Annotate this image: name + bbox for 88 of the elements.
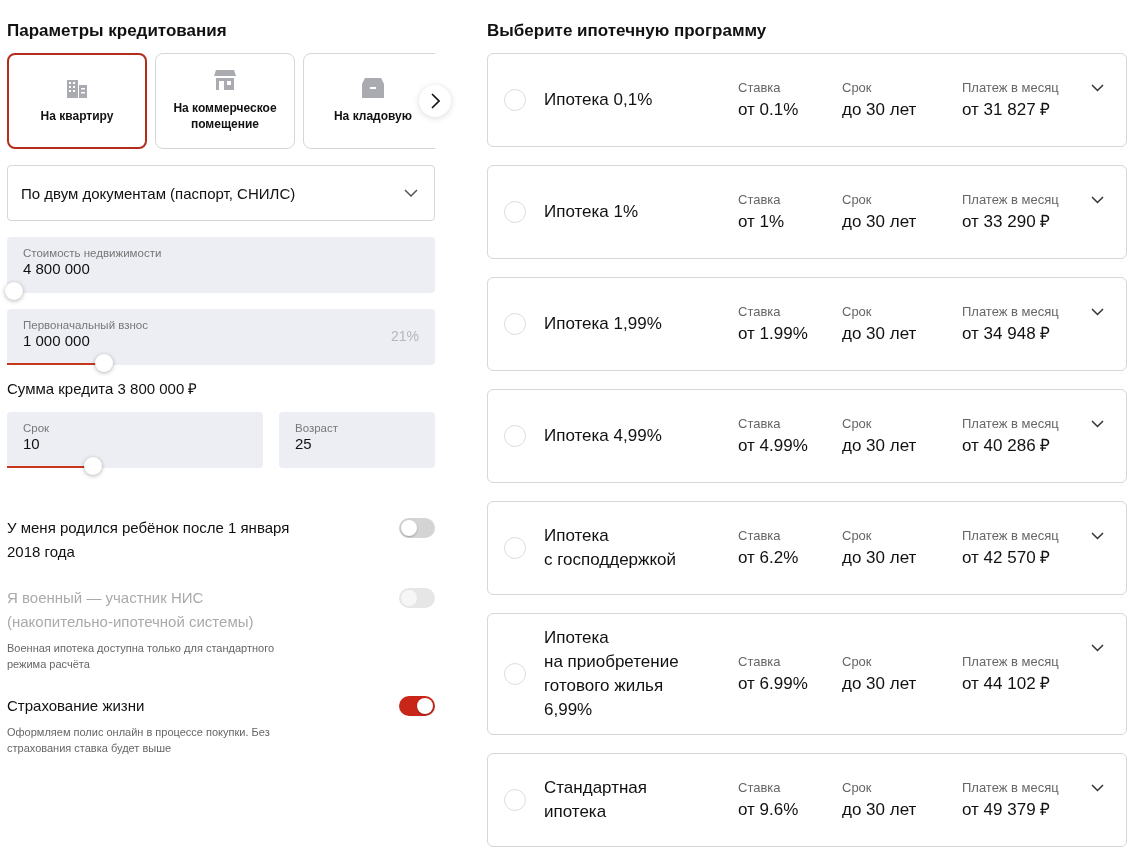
term-label: Срок — [842, 304, 873, 320]
option-label: У меня родился ребёнок после 1 января 2018 года — [7, 518, 291, 562]
box-icon — [362, 78, 384, 98]
term-value: до 30 лет — [842, 674, 918, 694]
chevron-down-icon[interactable] — [1091, 308, 1104, 316]
program-card[interactable]: Ипотека 4,99% Ставка от 4.99% Срок до 30 лет Платеж в месяц от 40 286 ₽ — [487, 389, 1127, 483]
program-name: Ипотека 1,99% — [544, 313, 663, 335]
payment-label: Платеж в месяц — [962, 528, 1060, 544]
term-value: до 30 лет — [842, 800, 918, 820]
toggle-switch[interactable] — [399, 696, 435, 716]
program-name: Ипотека на приобретение готового жилья 6,99% — [544, 627, 680, 721]
program-name: Ипотека 1% — [544, 201, 640, 223]
toggle-switch[interactable] — [399, 518, 435, 538]
program-name: Ипотека 4,99% — [544, 425, 663, 447]
rate-label: Ставка — [738, 780, 782, 796]
program-card[interactable]: Ипотека на приобретение готового жилья 6,99% Ставка от 6.99% Срок до 30 лет Платеж в месяц от 44 102 ₽ — [487, 613, 1127, 735]
shop-icon — [214, 70, 236, 90]
rate-label: Ставка — [738, 528, 782, 544]
rate-label: Ставка — [738, 80, 782, 96]
program-card[interactable]: Ипотека 1,99% Ставка от 1.99% Срок до 30 лет Платеж в месяц от 34 948 ₽ — [487, 277, 1127, 371]
rate-value: от 9.6% — [738, 800, 800, 820]
term-value: до 30 лет — [842, 548, 918, 568]
payment-value: от 44 102 ₽ — [962, 674, 1052, 694]
payment-label: Платеж в месяц — [962, 80, 1060, 96]
term-label: Срок — [842, 192, 873, 208]
section-title: Выберите ипотечную программу — [487, 20, 768, 42]
rate-label: Ставка — [738, 654, 782, 670]
payment-value: от 49 379 ₽ — [962, 800, 1052, 820]
property-type-card[interactable]: На кладовую — [303, 53, 435, 149]
payment-value: от 42 570 ₽ — [962, 548, 1052, 568]
property-cost-field[interactable]: Стоимость недвижимости 4 800 000 — [7, 237, 435, 293]
rate-value: от 1% — [738, 212, 786, 232]
term-label: Срок — [842, 416, 873, 432]
term-label: Срок — [842, 654, 873, 670]
section-title: Параметры кредитования — [7, 20, 228, 42]
program-card[interactable]: Ипотека с господдержкой Ставка от 6.2% Срок до 30 лет Платеж в месяц от 42 570 ₽ — [487, 501, 1127, 595]
slider-thumb[interactable] — [84, 457, 103, 475]
payment-label: Платеж в месяц — [962, 654, 1060, 670]
rate-label: Ставка — [738, 416, 782, 432]
term-value: до 30 лет — [842, 100, 918, 120]
property-type-card[interactable]: На квартиру — [7, 53, 147, 149]
payment-label: Платеж в месяц — [962, 780, 1060, 796]
chevron-down-icon[interactable] — [1091, 84, 1104, 92]
rate-value: от 1.99% — [738, 324, 809, 344]
payment-value: от 31 827 ₽ — [962, 100, 1052, 120]
option-note: Военная ипотека доступна только для стандартного режима расчёта — [7, 641, 276, 672]
rate-label: Ставка — [738, 192, 782, 208]
option-note: Оформляем полис онлайн в процессе покупки. Без страхования ставка будет выше — [7, 725, 271, 756]
program-name: Стандартная ипотека — [544, 777, 648, 823]
chevron-down-icon[interactable] — [1091, 532, 1104, 540]
option-label: Страхование жизни — [7, 696, 146, 716]
term-value: до 30 лет — [842, 436, 918, 456]
rate-value: от 4.99% — [738, 436, 809, 456]
chevron-down-icon[interactable] — [1091, 784, 1104, 792]
term-label: Срок — [842, 780, 873, 796]
program-name: Ипотека с господдержкой — [544, 525, 677, 571]
term-value: до 30 лет — [842, 324, 918, 344]
term-field[interactable]: Срок 10 — [7, 412, 263, 468]
program-name: Ипотека 0,1% — [544, 89, 654, 111]
loan-sum-text: Сумма кредита 3 800 000 ₽ — [7, 380, 199, 398]
payment-label: Платеж в месяц — [962, 192, 1060, 208]
term-value: до 30 лет — [842, 212, 918, 232]
document-mode-dropdown[interactable]: По двум документам (паспорт, СНИЛС) — [7, 165, 435, 221]
rate-value: от 0.1% — [738, 100, 800, 120]
chevron-down-icon[interactable] — [1091, 644, 1104, 652]
program-card[interactable]: Ипотека 0,1% Ставка от 0.1% Срок до 30 лет Платеж в месяц от 31 827 ₽ — [487, 53, 1127, 147]
rate-label: Ставка — [738, 304, 782, 320]
payment-label: Платеж в месяц — [962, 416, 1060, 432]
option-label: Я военный — участник НИС (накопительно-ипотечной системы) — [7, 588, 255, 632]
payment-value: от 34 948 ₽ — [962, 324, 1052, 344]
term-label: Срок — [842, 80, 873, 96]
chevron-down-icon[interactable] — [1091, 196, 1104, 204]
scroll-next-button[interactable] — [419, 85, 451, 117]
payment-label: Платеж в месяц — [962, 304, 1060, 320]
program-card[interactable]: Стандартная ипотека Ставка от 9.6% Срок до 30 лет Платеж в месяц от 49 379 ₽ — [487, 753, 1127, 847]
building-icon — [66, 78, 88, 98]
rate-value: от 6.99% — [738, 674, 809, 694]
payment-value: от 40 286 ₽ — [962, 436, 1052, 456]
chevron-down-icon[interactable] — [1091, 420, 1104, 428]
term-label: Срок — [842, 528, 873, 544]
property-type-card[interactable]: На коммерческое помещение — [155, 53, 295, 149]
slider-thumb[interactable] — [5, 282, 23, 300]
program-card[interactable]: Ипотека 1% Ставка от 1% Срок до 30 лет Платеж в месяц от 33 290 ₽ — [487, 165, 1127, 259]
rate-value: от 6.2% — [738, 548, 800, 568]
chevron-down-icon — [404, 189, 418, 197]
chevron-right-icon — [430, 93, 440, 109]
age-field[interactable]: Возраст 25 — [279, 412, 435, 468]
payment-value: от 33 290 ₽ — [962, 212, 1052, 232]
